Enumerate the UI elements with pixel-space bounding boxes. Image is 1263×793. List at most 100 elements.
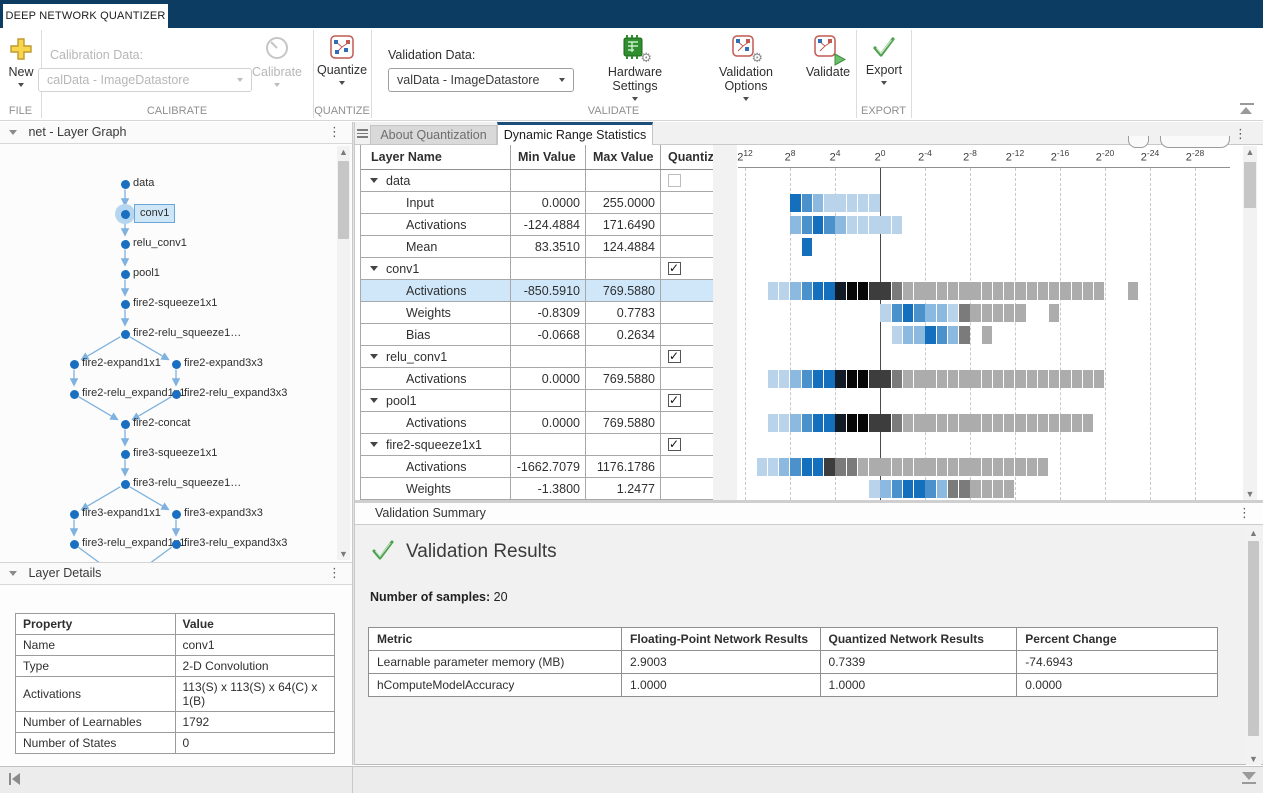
- graph-node-dot[interactable]: [70, 390, 79, 399]
- kebab-menu-icon[interactable]: ⋮: [1234, 127, 1247, 140]
- stats-header-quantize[interactable]: Quantize: [661, 145, 713, 169]
- graph-node-label-fire3-relu-squeeze1-[interactable]: fire3-relu_squeeze1…: [133, 476, 241, 491]
- quantize-button[interactable]: Quantize: [314, 34, 370, 100]
- stats-header-layer-name[interactable]: Layer Name: [361, 145, 511, 169]
- stats-row-mean[interactable]: Mean83.3510124.4884: [361, 236, 713, 258]
- stats-row-activations[interactable]: Activations0.0000769.5880: [361, 412, 713, 434]
- new-dropdown-caret[interactable]: [18, 83, 24, 87]
- graph-node-label-fire2-expand1x1[interactable]: fire2-expand1x1: [82, 356, 161, 371]
- tab-dynamic-range-statistics[interactable]: Dynamic Range Statistics: [497, 122, 653, 145]
- graph-node-label-fire3-squeeze1x1[interactable]: fire3-squeeze1x1: [133, 446, 217, 461]
- stats-row-pool1[interactable]: pool1: [361, 390, 713, 412]
- stats-row-conv1[interactable]: conv1: [361, 258, 713, 280]
- graph-node-label-conv1[interactable]: conv1: [134, 204, 175, 223]
- quantize-checkbox[interactable]: [668, 394, 681, 407]
- layer-graph-canvas[interactable]: data conv1 relu_conv1 pool1 fire2-squeeze1x1…: [0, 144, 352, 563]
- quantize-checkbox[interactable]: [668, 438, 681, 451]
- stats-header-max-value[interactable]: Max Value: [586, 145, 661, 169]
- export-button[interactable]: Export: [858, 34, 910, 100]
- expand-collapse-icon[interactable]: [370, 266, 378, 271]
- graph-node-label-fire2-squeeze1x1[interactable]: fire2-squeeze1x1: [133, 296, 217, 311]
- graph-node-label-fire2-relu-expand3x3[interactable]: fire2-relu_expand3x3: [184, 386, 287, 401]
- app-tab[interactable]: DEEP NETWORK QUANTIZER: [3, 4, 168, 28]
- validation-options-caret[interactable]: [743, 97, 749, 101]
- collapse-bottom-icon[interactable]: [1242, 772, 1256, 786]
- stats-row-bias[interactable]: Bias-0.06680.2634: [361, 324, 713, 346]
- hardware-settings-caret[interactable]: [632, 97, 638, 101]
- export-dropdown-caret[interactable]: [881, 81, 887, 85]
- graph-node-dot[interactable]: [172, 510, 181, 519]
- graph-node-dot[interactable]: [121, 210, 130, 219]
- quantize-dropdown-caret[interactable]: [339, 81, 345, 85]
- expand-collapse-icon[interactable]: [370, 178, 378, 183]
- graph-node-label-fire2-relu-expand1x1[interactable]: fire2-relu_expand1x1: [82, 386, 185, 401]
- graph-node-dot[interactable]: [121, 270, 130, 279]
- plot-tool-button-partial[interactable]: [1160, 136, 1230, 148]
- graph-node-dot[interactable]: [121, 480, 130, 489]
- graph-node-dot[interactable]: [70, 360, 79, 369]
- collapse-ribbon-icon[interactable]: [1240, 103, 1254, 115]
- stats-row-weights[interactable]: Weights-0.83090.7783: [361, 302, 713, 324]
- graph-node-label-fire3-relu-expand1x1[interactable]: fire3-relu_expand1x1: [82, 536, 185, 551]
- scroll-thumb[interactable]: [338, 161, 349, 239]
- validation-options-button[interactable]: ⚙ Validation Options: [696, 34, 796, 100]
- scroll-down-icon[interactable]: ▼: [1243, 488, 1257, 500]
- graph-node-label-data[interactable]: data: [133, 176, 154, 191]
- validation-scrollbar[interactable]: ▲ ▼: [1246, 527, 1261, 765]
- expand-collapse-icon[interactable]: [370, 354, 378, 359]
- graph-node-dot[interactable]: [172, 540, 181, 549]
- stats-row-fire2-squeeze1x1[interactable]: fire2-squeeze1x1: [361, 434, 713, 456]
- kebab-menu-icon[interactable]: ⋮: [328, 125, 341, 138]
- graph-node-label-pool1[interactable]: pool1: [133, 266, 160, 281]
- stats-row-input[interactable]: Input0.0000255.0000: [361, 192, 713, 214]
- graph-node-dot[interactable]: [121, 420, 130, 429]
- expand-collapse-icon[interactable]: [370, 398, 378, 403]
- stats-row-activations[interactable]: Activations-850.5910769.5880: [361, 280, 713, 302]
- graph-node-dot[interactable]: [70, 540, 79, 549]
- graph-node-dot[interactable]: [121, 300, 130, 309]
- scroll-thumb[interactable]: [1248, 541, 1259, 736]
- collapse-left-icon[interactable]: [8, 772, 22, 789]
- graph-node-label-fire2-expand3x3[interactable]: fire2-expand3x3: [184, 356, 263, 371]
- validate-button[interactable]: Validate: [800, 34, 856, 100]
- scroll-up-icon[interactable]: ▲: [1243, 146, 1257, 158]
- kebab-menu-icon[interactable]: ⋮: [1238, 506, 1251, 519]
- graph-node-dot[interactable]: [121, 240, 130, 249]
- graph-node-label-relu-conv1[interactable]: relu_conv1: [133, 236, 187, 251]
- quantize-checkbox[interactable]: [668, 174, 681, 187]
- histogram-plot[interactable]: 2122824202-42-82-122-162-202-242-28: [737, 145, 1240, 500]
- expand-collapse-icon[interactable]: [370, 442, 378, 447]
- graph-node-label-fire3-relu-expand3x3[interactable]: fire3-relu_expand3x3: [184, 536, 287, 551]
- kebab-menu-icon[interactable]: ⋮: [328, 566, 341, 579]
- validation-data-combo[interactable]: valData - ImageDatastore: [388, 68, 574, 92]
- graph-node-dot[interactable]: [172, 360, 181, 369]
- tab-bar-menu-icon[interactable]: [357, 129, 368, 138]
- tab-about-quantization[interactable]: About Quantization: [370, 125, 497, 145]
- stats-row-relu-conv1[interactable]: relu_conv1: [361, 346, 713, 368]
- layer-details-header[interactable]: Layer Details ⋮: [0, 563, 352, 585]
- scroll-down-icon[interactable]: ▼: [337, 548, 350, 560]
- stats-header-min-value[interactable]: Min Value: [511, 145, 586, 169]
- stats-row-data[interactable]: data: [361, 170, 713, 192]
- graph-node-label-fire3-expand3x3[interactable]: fire3-expand3x3: [184, 506, 263, 521]
- graph-node-dot[interactable]: [70, 510, 79, 519]
- plot-tool-button-partial[interactable]: [1128, 136, 1149, 148]
- scroll-up-icon[interactable]: ▲: [1246, 527, 1261, 539]
- stats-row-activations[interactable]: Activations-124.4884171.6490: [361, 214, 713, 236]
- stats-row-weights[interactable]: Weights-1.38001.2477: [361, 478, 713, 500]
- layer-graph-header[interactable]: net - Layer Graph ⋮: [0, 122, 352, 144]
- graph-node-dot[interactable]: [121, 180, 130, 189]
- collapse-triangle-icon[interactable]: [9, 571, 17, 576]
- histogram-scrollbar[interactable]: ▲ ▼: [1243, 146, 1257, 500]
- hardware-settings-button[interactable]: ⚙ Hardware Settings: [585, 34, 685, 100]
- scroll-up-icon[interactable]: ▲: [337, 146, 350, 158]
- new-button[interactable]: New: [2, 32, 40, 98]
- graph-node-dot[interactable]: [121, 330, 130, 339]
- graph-scrollbar[interactable]: ▲ ▼: [337, 146, 350, 560]
- graph-node-label-fire2-relu-squeeze1-[interactable]: fire2-relu_squeeze1…: [133, 326, 241, 341]
- quantize-checkbox[interactable]: [668, 262, 681, 275]
- scroll-down-icon[interactable]: ▼: [1246, 753, 1261, 765]
- graph-node-dot[interactable]: [121, 450, 130, 459]
- validation-summary-header[interactable]: Validation Summary ⋮: [355, 503, 1263, 525]
- collapse-triangle-icon[interactable]: [9, 130, 17, 135]
